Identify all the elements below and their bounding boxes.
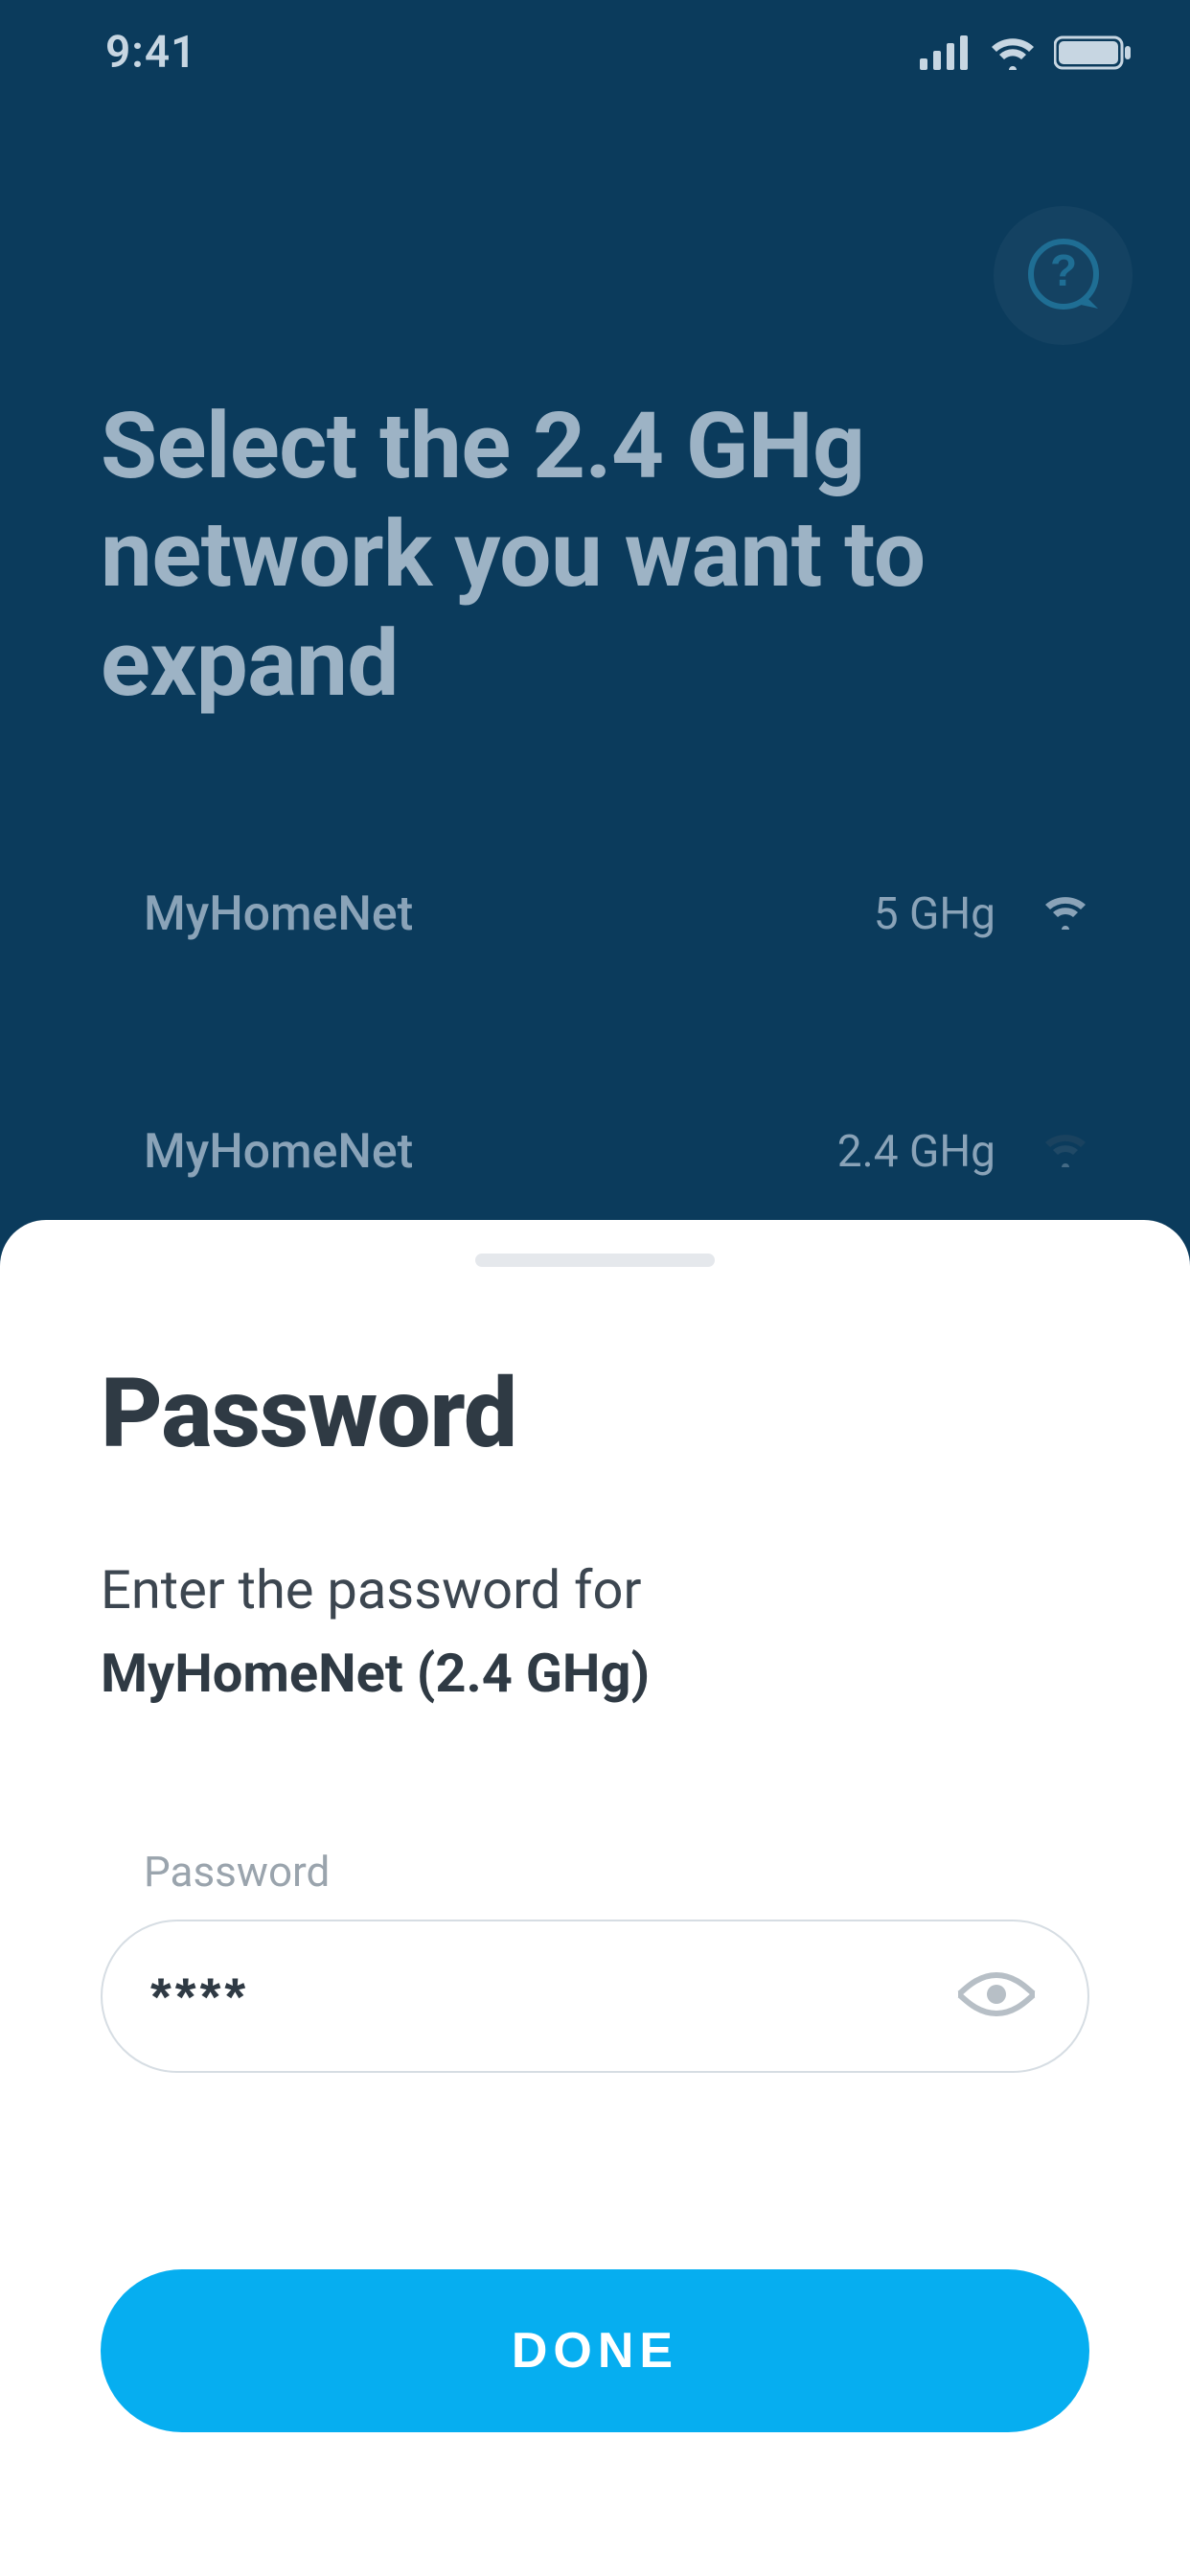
wifi-signal-icon: [1041, 1124, 1089, 1180]
sheet-title: Password: [101, 1358, 1089, 1470]
battery-icon: [1054, 34, 1133, 71]
network-band: 2.4 GHg: [837, 1126, 995, 1178]
svg-text:?: ?: [1049, 245, 1076, 295]
page-title: Select the 2.4 GHg network you want to e…: [101, 393, 1089, 719]
toggle-password-visibility[interactable]: [953, 1953, 1040, 2039]
sheet-subtitle-prefix: Enter the password for: [101, 1558, 641, 1622]
network-band: 5 GHg: [874, 888, 995, 940]
network-row[interactable]: MyHomeNet 5 GHg: [0, 848, 1190, 980]
sheet-network-label: MyHomeNet (2.4 GHg): [101, 1635, 1089, 1713]
network-name: MyHomeNet: [144, 1124, 809, 1180]
password-field-label: Password: [144, 1847, 1089, 1897]
password-sheet: Password Enter the password for MyHomeNe…: [0, 1220, 1190, 2576]
network-list: MyHomeNet 5 GHg MyHomeNet 2.4 GHg: [0, 848, 1190, 1218]
wifi-signal-icon: [1041, 886, 1089, 942]
network-name: MyHomeNet: [144, 886, 845, 942]
help-icon: ?: [1018, 230, 1110, 322]
status-bar: 9:41: [0, 0, 1190, 105]
eye-icon: [953, 1966, 1040, 2027]
password-input[interactable]: [150, 1921, 953, 2071]
help-button[interactable]: ?: [994, 206, 1133, 345]
status-time: 9:41: [57, 27, 196, 79]
password-input-wrap: [101, 1920, 1089, 2073]
cellular-icon: [920, 35, 972, 70]
status-indicators: [920, 34, 1133, 71]
sheet-grabber[interactable]: [475, 1254, 715, 1267]
network-row[interactable]: MyHomeNet 2.4 GHg: [0, 1086, 1190, 1218]
done-button[interactable]: DONE: [101, 2269, 1089, 2432]
password-field-group: Password: [101, 1847, 1089, 2073]
done-button-label: DONE: [512, 2322, 678, 2380]
wifi-status-icon: [989, 35, 1037, 70]
sheet-subtitle: Enter the password for MyHomeNet (2.4 GH…: [101, 1552, 1089, 1713]
